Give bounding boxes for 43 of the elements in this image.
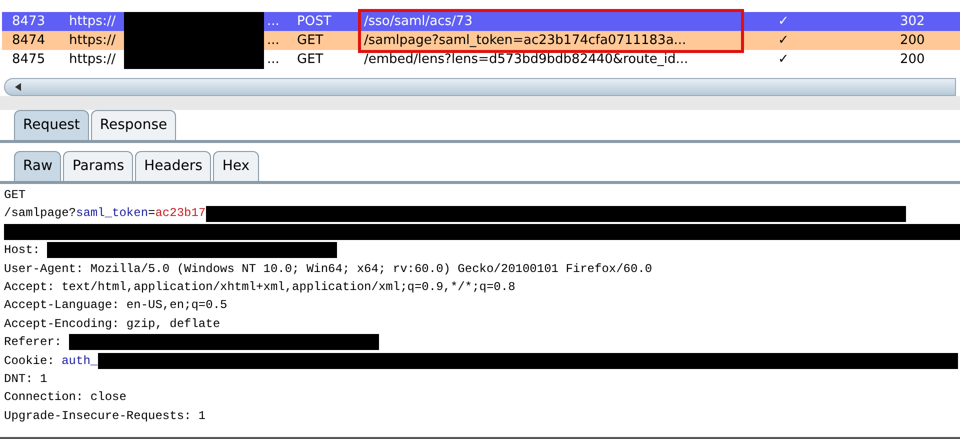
request-line: Accept-Encoding: gzip, deflate bbox=[4, 316, 220, 333]
table-cell-text: 8474 bbox=[12, 32, 46, 50]
request-line: Referer: bbox=[4, 334, 63, 352]
table-cell-text: /samlpage?saml_token=ac23b174cfa0711183a... bbox=[364, 32, 686, 50]
table-cell-text: POST bbox=[297, 12, 332, 31]
table-cell-text: 8473 bbox=[12, 12, 46, 31]
tab[interactable]: Params bbox=[63, 151, 134, 182]
request-row[interactable]: 8473 https:// ... POST /sso/saml/acs/73 ✓ 302 bbox=[2, 12, 960, 31]
table-cell-text: 200 bbox=[900, 32, 925, 50]
table-cell-text: GET bbox=[297, 32, 324, 50]
table-cell-text: ... bbox=[267, 32, 280, 50]
table-cell-text: https:// bbox=[69, 12, 116, 31]
table-cell-text: 302 bbox=[900, 12, 925, 31]
table-cell-text: 200 bbox=[900, 50, 925, 69]
table-cell-text: GET bbox=[297, 50, 324, 69]
request-line: DNT: 1 bbox=[4, 370, 48, 388]
left-arrow-icon[interactable] bbox=[13, 82, 23, 92]
table-cell-text: ... bbox=[267, 12, 280, 31]
request-line: Accept: text/html,application/xhtml+xml,application/xml;q=0.9,*/*;q=0.8 bbox=[4, 278, 516, 296]
request-line: Upgrade-Insecure-Requests: 1 bbox=[4, 408, 206, 425]
request-line: Accept-Language: en-US,en;q=0.5 bbox=[4, 297, 228, 314]
table-cell-text: ✓ bbox=[778, 12, 789, 31]
table-cell-text: /embed/lens?lens=d573bd9bdb82440&route_id... bbox=[364, 50, 688, 69]
horizontal-scrollbar[interactable] bbox=[4, 78, 956, 96]
table-cell-text: ... bbox=[267, 50, 280, 69]
table-cell-text: /sso/saml/acs/73 bbox=[364, 12, 472, 31]
request-line: Connection: close bbox=[4, 389, 126, 406]
table-cell-text: ✓ bbox=[778, 50, 789, 69]
request-row[interactable]: 8474 https:// ... GET /samlpage?saml_token=ac23b174cfa0711183a... ✓ 200 bbox=[2, 31, 960, 50]
table-cell-text: 8475 bbox=[12, 50, 46, 69]
tab[interactable]: Hex bbox=[213, 151, 259, 182]
request-line: User-Agent: Mozilla/5.0 (Windows NT 10.0; Win64; x64; rv:60.0) Gecko/20100101 Firefox/60.0 bbox=[4, 260, 652, 278]
tab[interactable]: Response bbox=[90, 110, 176, 141]
tab[interactable]: Headers bbox=[135, 151, 212, 182]
request-line: Cookie: auth_ bbox=[4, 352, 98, 370]
request-line: /samlpage?saml_token=ac23b17 bbox=[4, 205, 206, 222]
request-line: Host: bbox=[4, 242, 42, 260]
table-cell-text: https:// bbox=[69, 32, 116, 50]
table-cell-text: ✓ bbox=[778, 32, 789, 50]
table-cell-text: https:// bbox=[69, 50, 116, 69]
tab[interactable]: Request bbox=[14, 110, 89, 141]
request-line: GET bbox=[4, 187, 26, 204]
tab[interactable]: Raw bbox=[14, 151, 62, 182]
